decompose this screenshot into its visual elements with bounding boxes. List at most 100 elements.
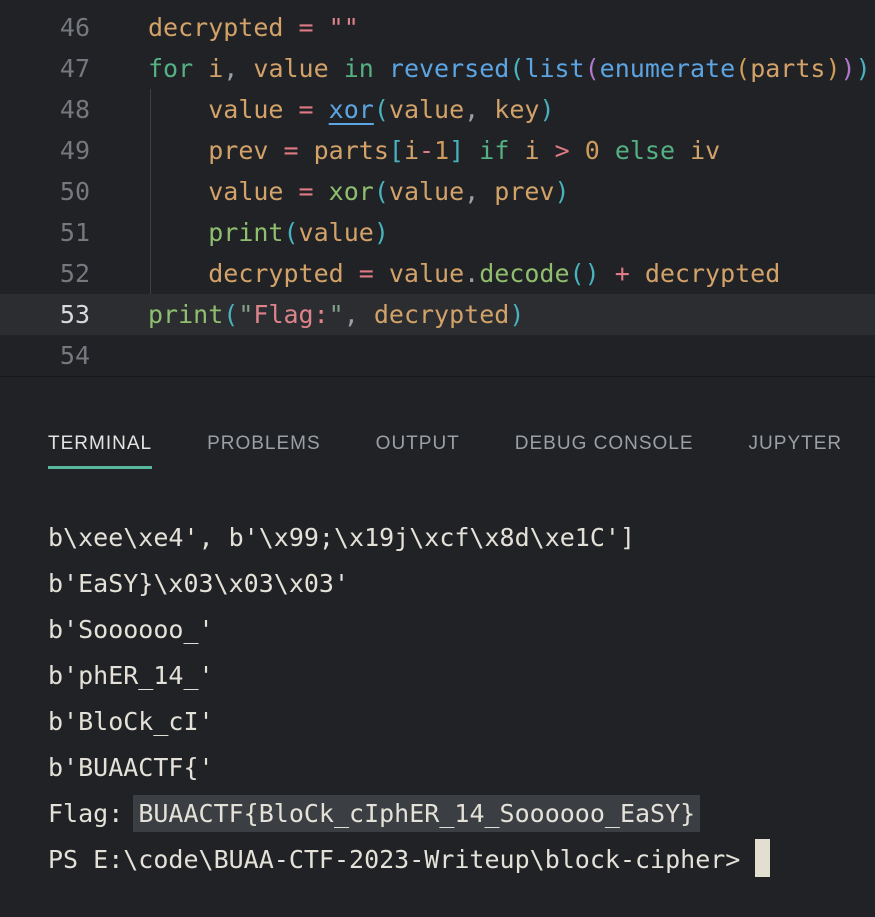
code-token [570,136,585,165]
code-token [148,95,208,124]
code-token: xor [329,177,374,206]
terminal-line: b'Soooooo_' [48,607,875,653]
code-token: parts [314,136,389,165]
code-token [283,177,298,206]
code-token: , [223,54,238,83]
code-token: ( [283,218,298,247]
terminal-text: b'phER_14_' [48,661,214,690]
symbol-link-xor[interactable]: xor [329,95,374,124]
code-text: decrypted = "" [90,7,359,48]
code-text: print(value) [90,212,389,253]
terminal-line: Flag: BUAACTF{BloCk_cIphER_14_Soooooo_Ea… [48,791,875,837]
code-token: ( [585,54,600,83]
tab-output[interactable]: OUTPUT [376,433,460,469]
code-token: ) [555,177,570,206]
terminal-text: Flag: [48,799,138,828]
terminal-line: b'BUAACTF{' [48,745,875,791]
code-token [374,54,389,83]
code-token [464,136,479,165]
code-token: i [404,136,419,165]
code-token [509,136,524,165]
code-token: ) [825,54,840,83]
code-token: . [464,259,479,288]
code-token [148,259,208,288]
indent-guide [150,89,151,130]
vscode-window: 46decrypted = ""47for i, value in revers… [0,0,875,917]
terminal-text: b'EaSY}\x03\x03\x03' [48,569,349,598]
code-line-47[interactable]: 47for i, value in reversed(list(enumerat… [0,48,875,89]
code-token: print [208,218,283,247]
code-text: print("Flag:", decrypted) [90,294,524,335]
code-token: = [284,136,299,165]
tab-problems[interactable]: PROBLEMS [207,433,321,469]
code-text: decrypted = value.decode() + decrypted [90,253,780,294]
code-token: " [238,300,253,329]
code-token: 1 [434,136,449,165]
code-token: , [344,300,359,329]
terminal-line: b'BloCk_cI' [48,699,875,745]
code-token [630,259,645,288]
code-token: value [389,177,464,206]
code-token: iv [690,136,720,165]
code-token: value [389,259,464,288]
code-line-46[interactable]: 46decrypted = "" [0,7,875,48]
code-token: ( [570,259,585,288]
code-line-49[interactable]: 49 prev = parts[i-1] if i > 0 else iv [0,130,875,171]
terminal-text: PS E:\code\BUAA-CTF-2023-Writeup\block-c… [48,845,755,874]
code-token: else [615,136,675,165]
code-token: ) [374,218,389,247]
code-line-48[interactable]: 48 value = xor(value, key) [0,89,875,130]
code-token [314,177,329,206]
terminal-output[interactable]: b\xee\xe4', b'\x99;\x19j\xcf\x8d\xe1C'] b… [0,469,875,883]
tab-debug-console[interactable]: DEBUG CONSOLE [515,433,694,469]
line-number: 52 [0,253,90,294]
terminal-line: b\xee\xe4', b'\x99;\x19j\xcf\x8d\xe1C'] [48,515,875,561]
code-text: prev = parts[i-1] if i > 0 else iv [90,130,720,171]
code-editor[interactable]: 46decrypted = ""47for i, value in revers… [0,0,875,376]
code-line-52[interactable]: 52 decrypted = value.decode() + decrypte… [0,253,875,294]
code-token [600,259,615,288]
tab-terminal[interactable]: TERMINAL [48,433,152,469]
terminal-cursor [755,839,770,877]
code-token [374,259,389,288]
code-text: value = xor(value, key) [90,89,555,130]
bottom-panel: TERMINAL PROBLEMS OUTPUT DEBUG CONSOLE JUPYT… [0,376,875,883]
code-text: for i, value in reversed(list(enumerate(… [90,48,871,89]
code-token [314,13,329,42]
code-token: in [344,54,374,83]
code-token: , [464,177,479,206]
code-token: ( [223,300,238,329]
code-token [314,95,329,124]
code-token: enumerate [600,54,735,83]
terminal-text: b\xee\xe4', b'\x99;\x19j\xcf\x8d\xe1C'] [48,523,635,552]
terminal-line: b'EaSY}\x03\x03\x03' [48,561,875,607]
line-number: 47 [0,48,90,89]
code-token: prev [208,136,268,165]
code-token: = [299,13,314,42]
code-token: prev [494,177,554,206]
code-token [600,136,615,165]
code-token: ) [585,259,600,288]
code-token: , [464,95,479,124]
code-token: ( [374,177,389,206]
code-token [238,54,253,83]
code-token: ] [449,136,464,165]
code-line-51[interactable]: 51 print(value) [0,212,875,253]
code-line-53[interactable]: 53print("Flag:", decrypted) [0,294,875,335]
code-token: value [208,177,283,206]
code-token [540,136,555,165]
code-token: "" [329,13,359,42]
tab-jupyter[interactable]: JUPYTER [749,433,843,469]
indent-guide [150,130,151,171]
code-token: 0 [585,136,600,165]
indent-guide [150,171,151,212]
code-token: ( [735,54,750,83]
panel-tab-bar: TERMINAL PROBLEMS OUTPUT DEBUG CONSOLE JUPYT… [0,377,875,469]
code-line-54[interactable]: 54 [0,335,875,376]
code-token: value [208,95,283,124]
flag-selection: BUAACTF{BloCk_cIphER_14_Soooooo_EaSY} [133,795,700,832]
code-text [90,335,148,376]
code-line-50[interactable]: 50 value = xor(value, prev) [0,171,875,212]
terminal-text: b'BloCk_cI' [48,707,214,736]
indent-guide [150,212,151,253]
